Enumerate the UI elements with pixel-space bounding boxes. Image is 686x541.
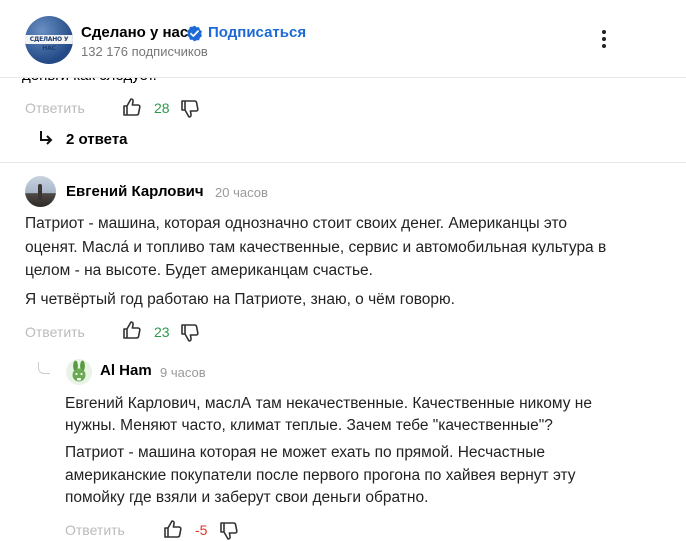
- channel-header: СДЕЛАНО У НАС Сделано у нас Подписаться …: [0, 0, 686, 78]
- comment-text-line: целом - на высоте. Будет американцам сча…: [25, 262, 373, 279]
- comment-text-line: Я четвёртый год работаю на Патриоте, зна…: [25, 291, 455, 308]
- comment-time: 9 часов: [160, 365, 206, 380]
- thumb-up-icon[interactable]: [122, 320, 142, 340]
- replies-toggle-label: 2 ответа: [66, 131, 128, 148]
- rabbit-icon: [72, 360, 86, 382]
- replies-toggle[interactable]: 2 ответа: [38, 130, 128, 148]
- likes-count: 23: [154, 324, 170, 340]
- channel-name[interactable]: Сделано у нас: [81, 24, 188, 41]
- avatar[interactable]: [66, 359, 92, 385]
- channel-avatar-label: СДЕЛАНО У НАС: [25, 35, 73, 52]
- comment-author[interactable]: Евгений Карлович: [66, 183, 204, 200]
- reply-arrow-icon: [40, 131, 53, 145]
- thumb-down-icon[interactable]: [180, 323, 200, 343]
- reply-button[interactable]: Ответить: [65, 522, 125, 538]
- comment-text-line: американские покупатели после первого пр…: [65, 467, 576, 484]
- comment-text-line: Евгений Карлович, маслА там некачественн…: [65, 395, 592, 412]
- comment-text-line: Патриот - машина, которая однозначно сто…: [25, 215, 568, 232]
- avatar[interactable]: [25, 176, 56, 207]
- likes-count: 28: [154, 100, 170, 116]
- likes-count: -5: [195, 522, 208, 538]
- thumb-down-icon[interactable]: [219, 521, 239, 541]
- thumb-up-icon[interactable]: [163, 519, 183, 539]
- reply-button[interactable]: Ответить: [25, 100, 85, 116]
- subscribe-button[interactable]: Подписаться: [208, 24, 306, 41]
- comment-text-line: оценят. Масла́ и топливо там качественны…: [25, 239, 607, 256]
- subscriber-count: 132 176 подписчиков: [81, 44, 208, 59]
- more-vertical-icon[interactable]: [596, 30, 612, 52]
- comment-author[interactable]: Al Ham: [100, 362, 152, 379]
- channel-avatar[interactable]: СДЕЛАНО У НАС: [25, 16, 73, 64]
- comment-text-line: Патриот - машина которая не может ехать …: [65, 444, 545, 461]
- thumb-down-icon[interactable]: [180, 99, 200, 119]
- thread-connector: [38, 362, 50, 374]
- reply-button[interactable]: Ответить: [25, 324, 85, 340]
- comment-time: 20 часов: [215, 185, 268, 200]
- verified-badge-icon: [187, 25, 202, 42]
- comment-text-line: нужны. Меняют часто, климат теплые. Заче…: [65, 417, 553, 434]
- thumb-up-icon[interactable]: [122, 97, 142, 117]
- comment-text-line: помойку где взяли и заберут свои деньги …: [65, 489, 429, 506]
- comment-divider: [0, 162, 686, 163]
